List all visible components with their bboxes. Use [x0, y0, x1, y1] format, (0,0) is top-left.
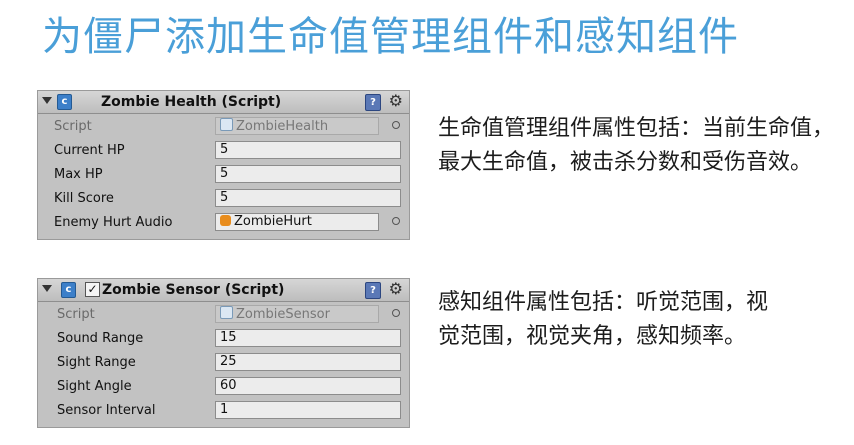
audio-value: ZombieHurt	[234, 214, 312, 229]
script-file-icon	[220, 118, 233, 131]
component-title: Zombie Health (Script)	[101, 94, 282, 110]
component-title: Zombie Sensor (Script)	[102, 282, 285, 298]
zombie-health-component: c Zombie Health (Script) ? ⚙ Script Zomb…	[37, 90, 410, 240]
property-row: Sensor Interval 1	[38, 399, 409, 423]
max-hp-label: Max HP	[54, 167, 103, 182]
object-picker-icon[interactable]	[392, 121, 400, 129]
sight-angle-label: Sight Angle	[57, 379, 132, 394]
property-row: Kill Score 5	[38, 187, 409, 211]
sight-angle-input[interactable]: 60	[215, 377, 401, 395]
enemy-hurt-audio-label: Enemy Hurt Audio	[54, 215, 173, 230]
object-picker-icon[interactable]	[392, 309, 400, 317]
sensor-description: 感知组件属性包括：听觉范围，视觉范围，视觉夹角，感知频率。	[438, 290, 769, 349]
script-row: Script ZombieSensor	[38, 303, 409, 327]
script-field: ZombieHealth	[215, 117, 379, 135]
script-label: Script	[54, 119, 92, 134]
script-value: ZombieHealth	[236, 119, 329, 134]
script-icon: c	[61, 282, 76, 298]
help-icon[interactable]: ?	[365, 282, 381, 299]
property-row: Sound Range 15	[38, 327, 409, 351]
component-header[interactable]: c ✓ Zombie Sensor (Script) ? ⚙	[38, 279, 409, 302]
sound-range-label: Sound Range	[57, 331, 144, 346]
sound-range-input[interactable]: 15	[215, 329, 401, 347]
health-description: 生命值管理组件属性包括：当前生命值，最大生命值，被击杀分数和受伤音效。	[438, 116, 835, 175]
zombie-sensor-component: c ✓ Zombie Sensor (Script) ? ⚙ Script Zo…	[37, 278, 410, 428]
enemy-hurt-audio-field[interactable]: ZombieHurt	[215, 213, 379, 231]
script-file-icon	[220, 306, 233, 319]
property-row: Current HP 5	[38, 139, 409, 163]
object-picker-icon[interactable]	[392, 217, 400, 225]
property-row: Sight Angle 60	[38, 375, 409, 399]
slide-title: 为僵尸添加生命值管理组件和感知组件	[42, 14, 739, 60]
kill-score-input[interactable]: 5	[215, 189, 401, 207]
help-icon[interactable]: ?	[365, 94, 381, 111]
audio-clip-icon	[220, 215, 231, 226]
kill-score-label: Kill Score	[54, 191, 114, 206]
script-row: Script ZombieHealth	[38, 115, 409, 139]
sensor-interval-input[interactable]: 1	[215, 401, 401, 419]
gear-icon[interactable]: ⚙	[389, 280, 403, 298]
gear-icon[interactable]: ⚙	[389, 92, 403, 110]
enabled-checkbox[interactable]: ✓	[85, 282, 100, 297]
script-value: ZombieSensor	[236, 307, 330, 322]
component-header[interactable]: c Zombie Health (Script) ? ⚙	[38, 91, 409, 114]
max-hp-input[interactable]: 5	[215, 165, 401, 183]
script-label: Script	[57, 307, 95, 322]
property-row: Max HP 5	[38, 163, 409, 187]
sensor-interval-label: Sensor Interval	[57, 403, 156, 418]
script-icon: c	[57, 94, 72, 110]
fold-arrow-icon[interactable]	[42, 97, 52, 104]
script-field: ZombieSensor	[215, 305, 379, 323]
property-row: Sight Range 25	[38, 351, 409, 375]
sight-range-input[interactable]: 25	[215, 353, 401, 371]
audio-row: Enemy Hurt Audio ZombieHurt	[38, 211, 409, 235]
current-hp-label: Current HP	[54, 143, 125, 158]
fold-arrow-icon[interactable]	[42, 285, 52, 292]
current-hp-input[interactable]: 5	[215, 141, 401, 159]
sight-range-label: Sight Range	[57, 355, 136, 370]
